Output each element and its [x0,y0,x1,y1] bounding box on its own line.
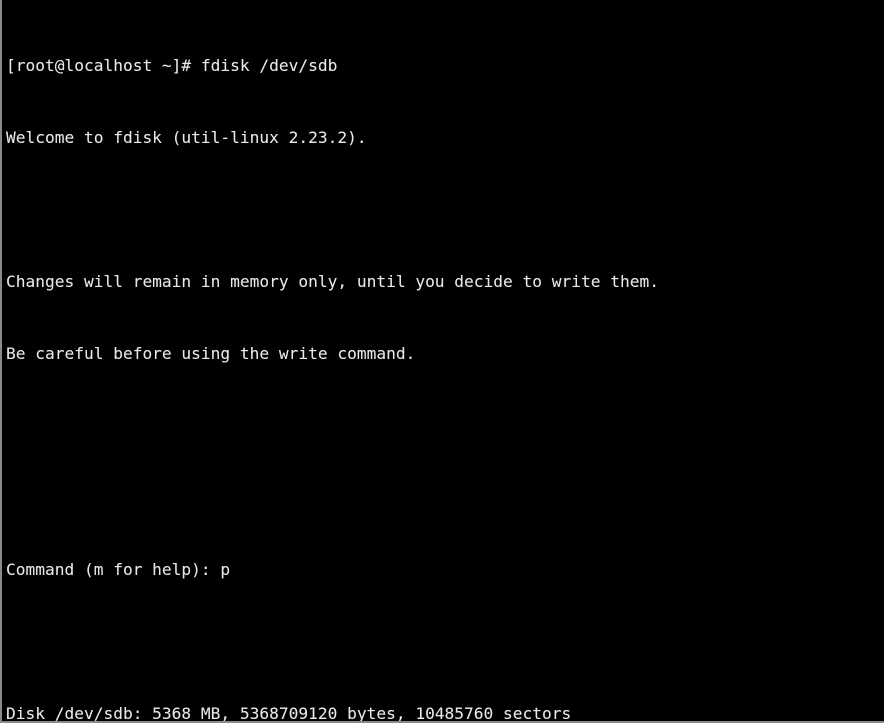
terminal-line: Be careful before using the write comman… [6,344,416,363]
terminal-screen[interactable]: [root@localhost ~]# fdisk /dev/sdb Welco… [6,6,884,723]
terminal-line-disk-size: Disk /dev/sdb: 5368 MB, 5368709120 bytes… [6,704,572,723]
terminal-line: Welcome to fdisk (util-linux 2.23.2). [6,128,367,147]
terminal-line-command-print: Command (m for help): p [6,560,231,579]
terminal-line: [root@localhost ~]# fdisk /dev/sdb [6,56,338,75]
terminal-window[interactable]: [root@localhost ~]# fdisk /dev/sdb Welco… [0,0,884,723]
terminal-line: Changes will remain in memory only, unti… [6,272,659,291]
